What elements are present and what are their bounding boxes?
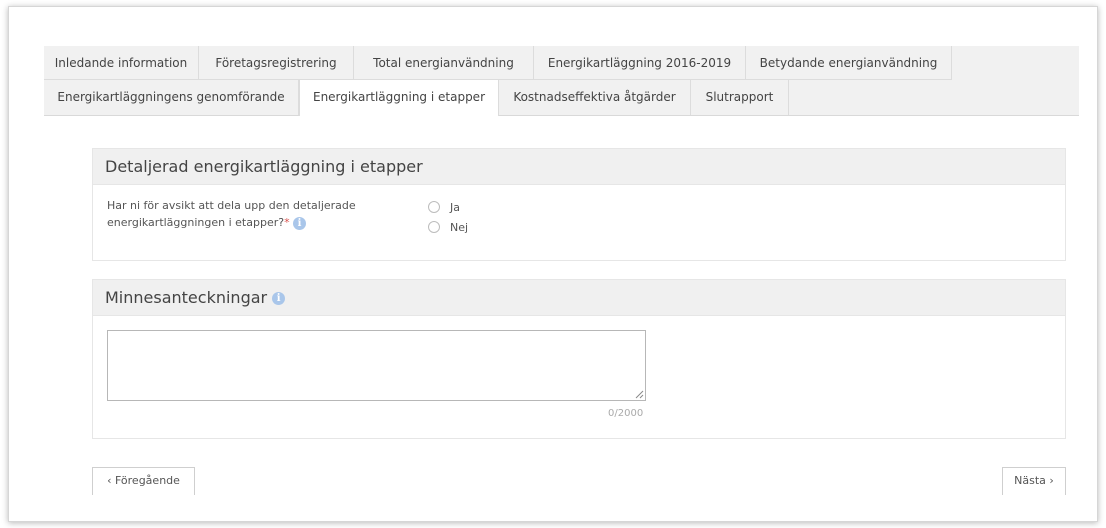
radio-label-nej: Nej (450, 220, 469, 234)
character-counter: 0/2000 (608, 408, 644, 419)
app-window: Inledande information Företagsregistreri… (8, 6, 1098, 522)
chevron-left-icon: ‹ (107, 474, 112, 487)
tab-energikartlaggning-i-etapper[interactable]: Energikartläggning i etapper (299, 80, 499, 116)
next-button-label: Nästa (1014, 474, 1046, 487)
radio-option-nej[interactable]: Nej (428, 217, 468, 237)
panel-title-text: Minnesanteckningar (105, 288, 268, 307)
panel-detaljerad-energikartlaggning: Detaljerad energikartläggning i etapper … (92, 148, 1066, 261)
chevron-right-icon: › (1049, 474, 1054, 487)
tab-energikartlaggningens-genomforande[interactable]: Energikartläggningens genomförande (44, 80, 299, 115)
radio-label-ja: Ja (450, 200, 460, 214)
panel-title: Detaljerad energikartläggning i etapper (93, 149, 1065, 185)
info-icon[interactable]: i (293, 216, 307, 230)
radio-group: Ja Nej (428, 197, 468, 237)
question-label: Har ni för avsikt att dela upp den detal… (107, 197, 397, 231)
question-text: Har ni för avsikt att dela upp den detal… (107, 199, 356, 229)
resize-grip-icon[interactable] (634, 389, 644, 399)
tab-inledande-information[interactable]: Inledande information (44, 46, 199, 80)
tab-foretagsregistrering[interactable]: Företagsregistrering (199, 46, 354, 80)
notes-textarea[interactable] (107, 330, 646, 401)
tab-betydande-energianvandning[interactable]: Betydande energianvändning (746, 46, 952, 80)
panel-title: Minnesanteckningar i (93, 280, 1065, 316)
previous-button-label: Föregående (114, 474, 180, 487)
panel-minnesanteckningar: Minnesanteckningar i 0/2000 (92, 279, 1066, 439)
required-asterisk: * (284, 216, 290, 229)
previous-button[interactable]: ‹ Föregående (92, 467, 195, 495)
tab-energikartlaggning-2016-2019[interactable]: Energikartläggning 2016-2019 (534, 46, 746, 80)
tab-bar: Inledande information Företagsregistreri… (44, 46, 1079, 116)
radio-circle-icon[interactable] (428, 221, 440, 233)
tab-kostnadseffektiva-atgarder[interactable]: Kostnadseffektiva åtgärder (499, 80, 691, 115)
tab-row-1: Inledande information Företagsregistreri… (44, 46, 1079, 80)
radio-circle-icon[interactable] (428, 201, 440, 213)
radio-option-ja[interactable]: Ja (428, 197, 468, 217)
tab-slutrapport[interactable]: Slutrapport (691, 80, 789, 115)
tab-row-2: Energikartläggningens genomförande Energ… (44, 80, 1079, 116)
tab-total-energianvandning[interactable]: Total energianvändning (354, 46, 534, 80)
info-icon[interactable]: i (272, 292, 286, 305)
next-button[interactable]: Nästa › (1002, 467, 1066, 495)
